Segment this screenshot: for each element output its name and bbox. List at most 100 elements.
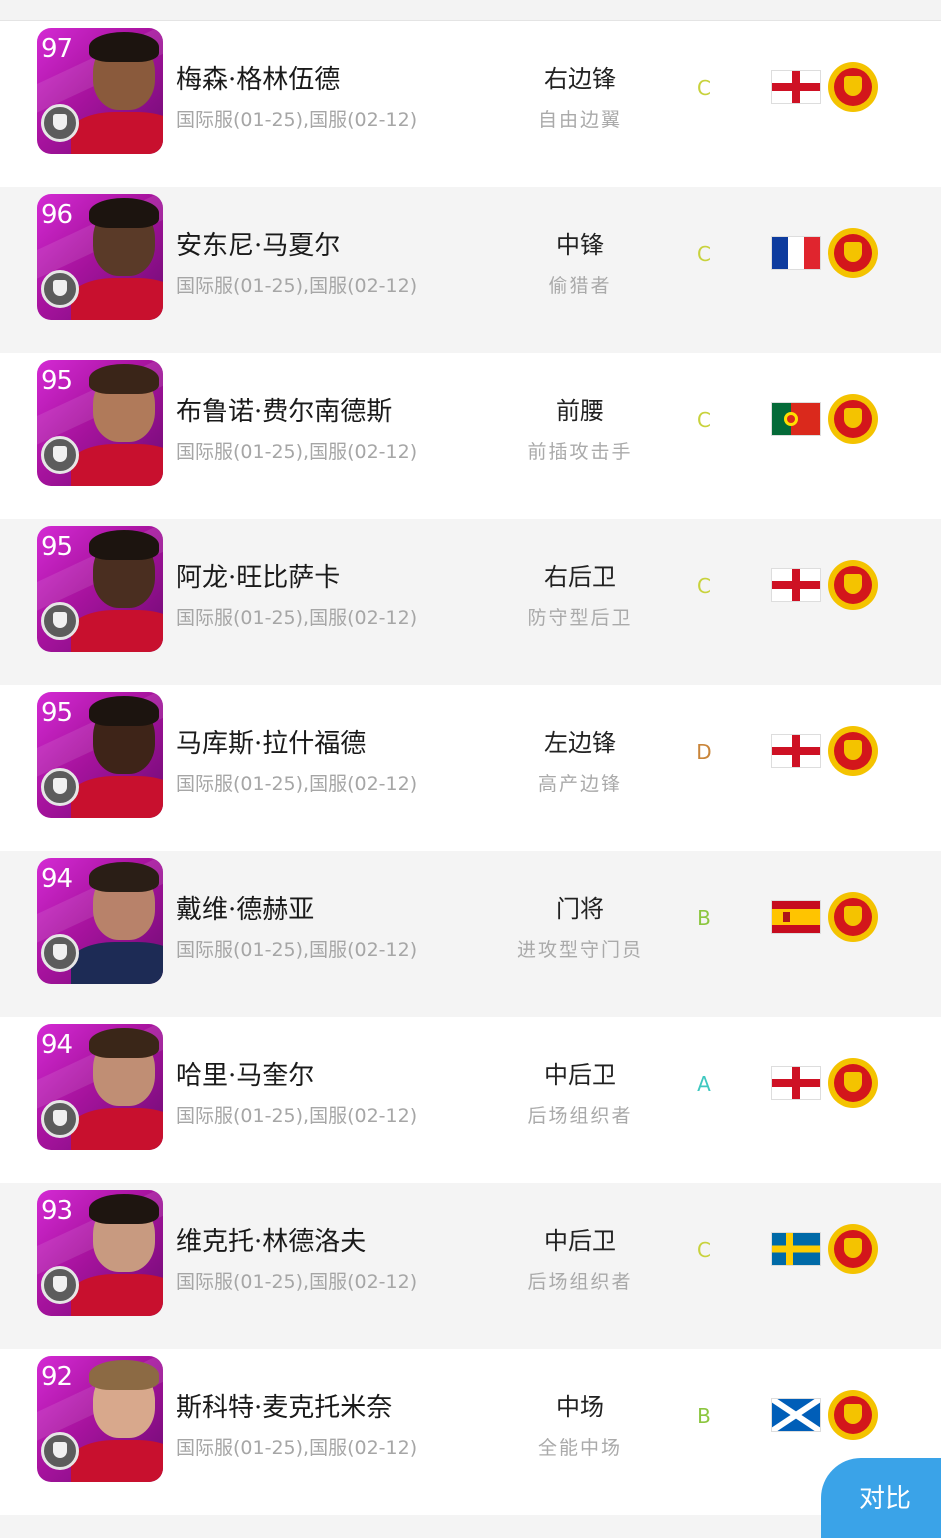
player-card: 92 — [37, 1356, 163, 1482]
england-flag-icon — [772, 735, 820, 767]
player-name[interactable]: 安东尼·马夏尔 — [176, 225, 340, 262]
manchester-united-crest-icon — [828, 62, 878, 112]
player-position: 左边锋 — [544, 729, 616, 757]
condition-grade: C — [697, 242, 711, 266]
player-hair — [89, 1360, 159, 1390]
player-row[interactable]: 97 梅森·格林伍德 国际服(01-25),国服(02-12) 右边锋 自由边翼… — [0, 21, 941, 187]
spain-flag-icon — [772, 901, 820, 933]
scotland-flag-icon — [772, 1399, 820, 1431]
compare-button[interactable]: 对比 — [821, 1458, 941, 1538]
player-name[interactable]: 布鲁诺·费尔南德斯 — [176, 391, 392, 428]
player-shirt — [71, 1274, 163, 1316]
player-hair — [89, 32, 159, 62]
player-shirt — [71, 610, 163, 652]
manchester-united-crest-icon — [828, 892, 878, 942]
player-playstyle: 全能中场 — [537, 1437, 622, 1459]
card-type-badge-icon — [41, 1432, 79, 1470]
player-server-dates: 国际服(01-25),国服(02-12) — [176, 939, 418, 961]
sweden-flag-icon — [772, 1233, 820, 1265]
condition-grade: C — [697, 76, 711, 100]
player-position: 右边锋 — [544, 65, 616, 93]
player-hair — [89, 530, 159, 560]
player-row[interactable]: 95 马库斯·拉什福德 国际服(01-25),国服(02-12) 左边锋 高产边… — [0, 685, 941, 851]
player-rating: 95 — [41, 532, 73, 562]
player-list: 97 梅森·格林伍德 国际服(01-25),国服(02-12) 右边锋 自由边翼… — [0, 21, 941, 1515]
condition-grade: B — [697, 1404, 711, 1428]
condition-grade: B — [697, 906, 711, 930]
player-name[interactable]: 维克托·林德洛夫 — [176, 1221, 366, 1258]
player-playstyle: 后场组织者 — [527, 1271, 633, 1293]
manchester-united-crest-icon — [828, 726, 878, 776]
manchester-united-crest-icon — [828, 1058, 878, 1108]
player-hair — [89, 198, 159, 228]
player-server-dates: 国际服(01-25),国服(02-12) — [176, 773, 418, 795]
condition-grade: C — [697, 574, 711, 598]
player-name[interactable]: 戴维·德赫亚 — [176, 889, 314, 926]
player-shirt — [71, 444, 163, 486]
player-card: 94 — [37, 858, 163, 984]
player-name[interactable]: 斯科特·麦克托米奈 — [176, 1387, 392, 1424]
card-type-badge-icon — [41, 768, 79, 806]
player-hair — [89, 364, 159, 394]
manchester-united-crest-icon — [828, 1390, 878, 1440]
player-rating: 94 — [41, 864, 73, 894]
card-type-badge-icon — [41, 602, 79, 640]
player-card: 93 — [37, 1190, 163, 1316]
player-card: 94 — [37, 1024, 163, 1150]
player-playstyle: 进攻型守门员 — [516, 939, 643, 961]
player-position: 门将 — [556, 895, 604, 923]
player-hair — [89, 1194, 159, 1224]
player-name[interactable]: 梅森·格林伍德 — [176, 59, 340, 96]
player-name[interactable]: 哈里·马奎尔 — [176, 1055, 314, 1092]
player-rating: 93 — [41, 1196, 73, 1226]
player-card: 96 — [37, 194, 163, 320]
player-server-dates: 国际服(01-25),国服(02-12) — [176, 1271, 418, 1293]
player-card: 95 — [37, 526, 163, 652]
player-shirt — [71, 1108, 163, 1150]
player-card: 95 — [37, 360, 163, 486]
top-strip — [0, 0, 941, 21]
player-row[interactable]: 94 戴维·德赫亚 国际服(01-25),国服(02-12) 门将 进攻型守门员… — [0, 851, 941, 1017]
player-name[interactable]: 阿龙·旺比萨卡 — [176, 557, 340, 594]
player-playstyle: 自由边翼 — [537, 109, 622, 131]
player-position: 中场 — [556, 1393, 604, 1421]
player-row[interactable]: 95 布鲁诺·费尔南德斯 国际服(01-25),国服(02-12) 前腰 前插攻… — [0, 353, 941, 519]
player-row[interactable]: 96 安东尼·马夏尔 国际服(01-25),国服(02-12) 中锋 偷猎者 C — [0, 187, 941, 353]
player-position: 右后卫 — [544, 563, 616, 591]
player-hair — [89, 696, 159, 726]
player-row[interactable]: 94 哈里·马奎尔 国际服(01-25),国服(02-12) 中后卫 后场组织者… — [0, 1017, 941, 1183]
condition-grade: D — [696, 740, 712, 764]
player-rating: 95 — [41, 366, 73, 396]
card-type-badge-icon — [41, 436, 79, 474]
player-shirt — [71, 1440, 163, 1482]
player-shirt — [71, 112, 163, 154]
player-shirt — [71, 776, 163, 818]
player-server-dates: 国际服(01-25),国服(02-12) — [176, 441, 418, 463]
player-rating: 92 — [41, 1362, 73, 1392]
player-server-dates: 国际服(01-25),国服(02-12) — [176, 1105, 418, 1127]
player-rating: 97 — [41, 34, 73, 64]
condition-grade: A — [697, 1072, 711, 1096]
player-position: 中后卫 — [544, 1227, 616, 1255]
card-type-badge-icon — [41, 270, 79, 308]
player-row[interactable]: 93 维克托·林德洛夫 国际服(01-25),国服(02-12) 中后卫 后场组… — [0, 1183, 941, 1349]
england-flag-icon — [772, 1067, 820, 1099]
manchester-united-crest-icon — [828, 560, 878, 610]
player-playstyle: 偷猎者 — [548, 275, 612, 297]
player-hair — [89, 1028, 159, 1058]
player-position: 中后卫 — [544, 1061, 616, 1089]
player-hair — [89, 862, 159, 892]
player-rating: 95 — [41, 698, 73, 728]
card-type-badge-icon — [41, 1100, 79, 1138]
player-rating: 94 — [41, 1030, 73, 1060]
player-position: 前腰 — [556, 397, 604, 425]
player-row[interactable]: 92 斯科特·麦克托米奈 国际服(01-25),国服(02-12) 中场 全能中… — [0, 1349, 941, 1515]
player-shirt — [71, 942, 163, 984]
manchester-united-crest-icon — [828, 394, 878, 444]
portugal-flag-icon — [772, 403, 820, 435]
player-server-dates: 国际服(01-25),国服(02-12) — [176, 1437, 418, 1459]
player-row[interactable]: 95 阿龙·旺比萨卡 国际服(01-25),国服(02-12) 右后卫 防守型后… — [0, 519, 941, 685]
player-server-dates: 国际服(01-25),国服(02-12) — [176, 109, 418, 131]
player-playstyle: 防守型后卫 — [527, 607, 633, 629]
player-name[interactable]: 马库斯·拉什福德 — [176, 723, 366, 760]
